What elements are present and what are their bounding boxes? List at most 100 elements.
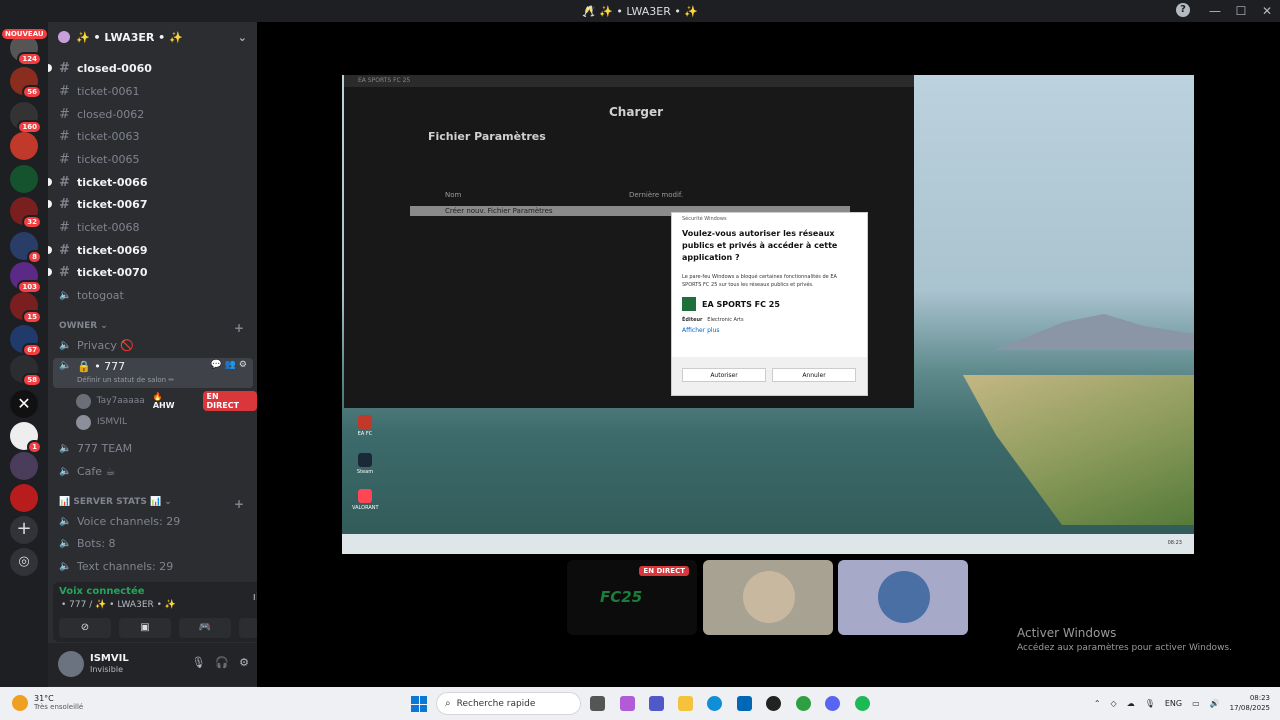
- windows-taskbar: 31°C Très ensoleillé ⌕ Recherche rapide ⌃…: [0, 687, 1280, 720]
- edge-icon[interactable]: [707, 696, 722, 711]
- chrome-icon[interactable]: [796, 696, 811, 711]
- server-icon[interactable]: 67: [10, 325, 42, 357]
- channel-item[interactable]: # ticket-0065: [53, 149, 253, 169]
- taskbar-clock[interactable]: 08:23 17/08/2025: [1230, 693, 1270, 713]
- unread-indicator: [48, 64, 52, 72]
- volume-icon[interactable]: 🔊: [1210, 699, 1220, 708]
- stream-thumbnail[interactable]: FC25 EN DIRECT: [567, 560, 697, 635]
- game-window: EA SPORTS FC 25 Charger Fichier Paramètr…: [344, 75, 914, 408]
- server-icon[interactable]: 8: [10, 232, 42, 264]
- guild-header[interactable]: ✨ • LWA3ER • ✨ ⌄: [48, 22, 257, 52]
- channel-item[interactable]: # ticket-0069: [48, 240, 253, 260]
- participant-tile[interactable]: [703, 560, 833, 635]
- voice-channel-item[interactable]: 🔈 Text channels: 29: [53, 556, 253, 576]
- voice-location[interactable]: • 777 / ✨ • LWA3ER • ✨: [61, 600, 176, 610]
- camera-off-button[interactable]: ⊘: [59, 618, 111, 638]
- channel-name: Privacy 🚫: [77, 338, 135, 352]
- username[interactable]: ISMVIL: [90, 653, 129, 664]
- gear-icon[interactable]: ⚙: [239, 656, 249, 669]
- game-logo: FC25: [600, 588, 643, 606]
- store-icon[interactable]: [737, 696, 752, 711]
- voice-channel-item[interactable]: 🔈 Voice channels: 29: [53, 511, 253, 531]
- category-stats[interactable]: 📊 SERVER STATS 📊 ⌄ +: [59, 497, 244, 511]
- category-owner[interactable]: OWNER ⌄ +: [59, 321, 244, 335]
- copilot-icon[interactable]: [620, 696, 635, 711]
- dialog-publisher: Éditeur Electronic Arts: [672, 313, 867, 327]
- server-icon[interactable]: 56: [10, 67, 42, 99]
- channel-item[interactable]: # ticket-0066: [48, 172, 253, 192]
- x-server-icon[interactable]: ✕: [10, 390, 38, 418]
- channel-item[interactable]: # ticket-0061: [53, 81, 253, 101]
- maximize-button[interactable]: ☐: [1228, 4, 1254, 18]
- voice-channel-item[interactable]: 🔈 Cafe ☕: [53, 461, 253, 481]
- channel-item[interactable]: # ticket-0070: [48, 262, 253, 282]
- server-icon[interactable]: 103: [10, 262, 42, 294]
- discord-icon[interactable]: [825, 696, 840, 711]
- help-icon[interactable]: ?: [1176, 3, 1190, 17]
- weather-widget[interactable]: 31°C Très ensoleillé: [12, 694, 83, 711]
- server-icon[interactable]: [10, 484, 38, 512]
- server-icon[interactable]: 1: [10, 422, 42, 454]
- discover-icon[interactable]: ◎: [10, 548, 38, 576]
- app-icon: [682, 297, 696, 311]
- chevron-down-icon[interactable]: ⌄: [238, 31, 247, 44]
- tray-app-icon[interactable]: ◇: [1111, 699, 1117, 708]
- spotify-icon[interactable]: [855, 696, 870, 711]
- file-explorer-icon[interactable]: [678, 696, 693, 711]
- task-view-icon[interactable]: [590, 696, 605, 711]
- allow-button: Autoriser: [682, 368, 766, 382]
- stream-screen[interactable]: EA SPORTS FC 25 Charger Fichier Paramètr…: [342, 75, 1194, 554]
- column-modified-header: Dernière modif.: [629, 191, 684, 199]
- channel-status-hint[interactable]: Définir un statut de salon ✏: [77, 376, 174, 384]
- channel-item[interactable]: # ticket-0068: [53, 217, 253, 237]
- language-indicator[interactable]: ENG: [1165, 699, 1182, 708]
- microphone-icon[interactable]: 🎙: [191, 656, 205, 669]
- taskbar-search[interactable]: ⌕ Recherche rapide: [436, 692, 581, 715]
- headphones-icon[interactable]: 🎧: [215, 656, 229, 669]
- voice-member[interactable]: Tay7aaaaa 🔥 AHW EN DIRECT: [76, 391, 257, 411]
- server-icon[interactable]: [10, 165, 38, 193]
- voice-connected-label[interactable]: Voix connectée: [59, 586, 145, 597]
- show-more-link: Afficher plus: [682, 327, 720, 334]
- add-channel-icon[interactable]: +: [234, 497, 244, 511]
- app-icon[interactable]: [766, 696, 781, 711]
- server-icon[interactable]: 58: [10, 355, 42, 387]
- network-icon[interactable]: ▭: [1192, 699, 1200, 708]
- server-icon[interactable]: [10, 132, 38, 160]
- channel-item[interactable]: # closed-0060: [48, 58, 253, 78]
- voice-member[interactable]: ISMVIL: [76, 412, 127, 432]
- channel-item[interactable]: # ticket-0067: [48, 194, 253, 214]
- windows-start-icon[interactable]: [411, 696, 427, 712]
- teams-icon[interactable]: [649, 696, 664, 711]
- category-label: 📊 SERVER STATS 📊: [59, 497, 162, 507]
- channel-name: ticket-0065: [77, 152, 140, 166]
- desktop-icon-label: EA FC: [357, 431, 373, 437]
- participant-tile[interactable]: [838, 560, 968, 635]
- server-icon[interactable]: 160: [10, 102, 42, 134]
- add-server-icon[interactable]: +: [10, 516, 38, 544]
- minimize-button[interactable]: —: [1202, 4, 1228, 18]
- app-name: EA SPORTS FC 25: [702, 299, 780, 309]
- activity-button[interactable]: 🎮: [179, 618, 231, 638]
- voice-channel-item[interactable]: 🔈 Bots: 8: [53, 533, 253, 553]
- voice-channel-item[interactable]: 🔈 totogoat: [53, 285, 253, 305]
- screen-share-button[interactable]: ▣: [119, 618, 171, 638]
- voice-channel-item[interactable]: 🔈 Privacy 🚫: [53, 335, 253, 355]
- channel-actions-icon[interactable]: 💬 👥 ⚙: [211, 360, 247, 370]
- weather-text: Très ensoleillé: [34, 703, 84, 711]
- close-button[interactable]: ✕: [1254, 4, 1280, 18]
- server-icon[interactable]: 32: [10, 197, 42, 229]
- mention-badge: 124: [17, 52, 42, 66]
- avatar[interactable]: [58, 651, 84, 677]
- channel-item[interactable]: # ticket-0063: [53, 126, 253, 146]
- server-icon[interactable]: 15: [10, 292, 42, 324]
- search-icon: ⌕: [445, 698, 451, 709]
- chevron-up-icon[interactable]: ⌃: [1094, 699, 1101, 708]
- channel-item[interactable]: # closed-0062: [53, 104, 253, 124]
- onedrive-icon[interactable]: ☁: [1127, 699, 1135, 708]
- server-icon[interactable]: [10, 452, 38, 480]
- microphone-icon[interactable]: 🎙: [1145, 699, 1155, 708]
- add-channel-icon[interactable]: +: [234, 321, 244, 335]
- voice-channel-item[interactable]: 🔈 777 TEAM: [53, 438, 253, 458]
- system-tray: ⌃ ◇ ☁ 🎙 ENG ▭ 🔊 08:23 17/08/2025: [1094, 693, 1270, 713]
